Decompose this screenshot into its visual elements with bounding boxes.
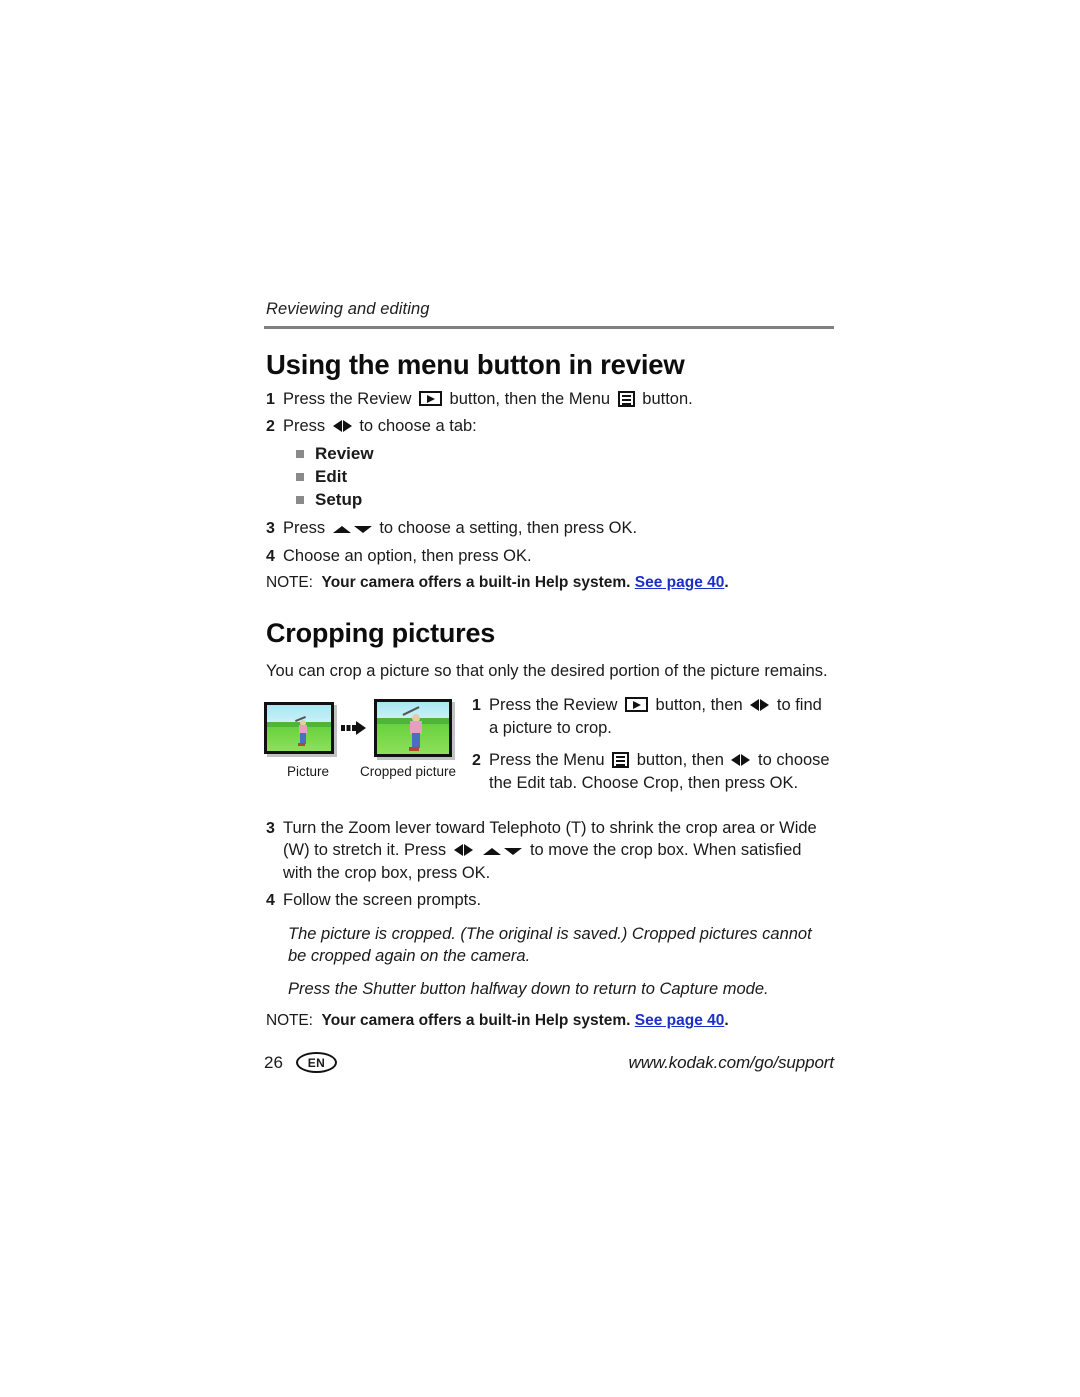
page-number: 26 [264,1052,283,1072]
header-rule [264,326,834,329]
menu-button-icon [612,752,630,769]
golfer-figure-icon [402,706,432,752]
step-text-part: button, then [632,751,729,770]
step-number: 4 [266,548,275,566]
step-crop-3: 3 Turn the Zoom lever toward Telephoto (… [266,818,834,885]
step-text: Turn the Zoom lever toward Telephoto (T)… [283,818,834,885]
step-crop-1: 1 Press the Review button, then to find … [472,695,834,740]
step-crop-2: 2 Press the Menu button, then to choose … [472,750,834,795]
section-title-menu-button: Using the menu button in review [266,349,685,380]
see-page-link[interactable]: See page 40 [635,574,725,591]
caption-cropped: Cropped picture [359,763,457,779]
cropping-steps-1-2: 1 Press the Review button, then to find … [464,695,834,807]
step-number: 1 [472,696,481,714]
tab-item-setup: Setup [296,490,834,510]
step-text-part: Press the Review [489,695,622,714]
step-menu-1: 1 Press the Review button, then the Menu… [266,389,834,411]
step-text-part: Press the Menu [489,751,610,770]
step-text-part: button, then the Menu [444,390,615,409]
step-number: 1 [266,391,275,409]
note-body: Your camera offers a built-in Help syste… [321,1012,631,1030]
left-right-arrows-icon [731,751,751,773]
note-label: NOTE: [266,574,313,591]
step-text: Press to choose a setting, then press OK… [283,518,834,541]
cropped-picture-thumbnail [374,698,452,757]
bullet-square-icon [296,496,304,505]
step-number: 2 [472,752,481,770]
see-page-link[interactable]: See page 40 [635,1012,725,1029]
cropping-intro: You can crop a picture so that only the … [266,661,828,680]
crop-figure: Picture Cropped picture [264,695,464,779]
bullet-square-icon [296,450,304,459]
step-text-part: Press [283,417,330,436]
menu-button-icon [617,391,635,408]
up-down-arrows-icon [332,519,372,541]
note-menu-section: NOTE: Your camera offers a built-in Help… [266,573,834,593]
figure-thumbnails [264,698,464,757]
step-number: 3 [266,520,275,538]
bullet-square-icon [296,473,304,482]
up-down-arrows-icon [483,841,523,863]
running-header: Reviewing and editing [266,300,430,318]
step-crop-4: 4 Follow the screen prompts. [266,890,834,912]
step-text-part: to choose a tab: [354,417,477,436]
step-number: 3 [266,820,275,838]
figure-captions: Picture Cropped picture [264,764,464,779]
step-text-part: button, then [650,695,748,714]
step-text: Press the Review button, then the Menu b… [283,389,834,411]
left-right-arrows-icon [453,841,473,863]
italic-note-shutter-return: Press the Shutter button halfway down to… [288,979,769,998]
step-text-part: to choose a setting, then press OK. [374,519,638,538]
language-badge: EN [295,1052,337,1073]
note-tail: . [724,1012,729,1030]
original-picture-thumbnail [264,701,334,754]
tab-item-review: Review [296,444,834,464]
note-body: Your camera offers a built-in Help syste… [321,574,631,591]
figure-and-steps-row: Picture Cropped picture 1 Press the Revi… [264,695,834,807]
right-arrow-icon [341,720,367,736]
step-text: Follow the screen prompts. [283,891,482,910]
review-button-icon [624,696,648,712]
step-text: Press to choose a tab: [283,416,834,439]
document-page: Reviewing and editing Using the menu but… [0,0,1080,1397]
step-menu-3: 3 Press to choose a setting, then press … [266,518,834,541]
step-text-part: Press [283,519,330,538]
left-right-arrows-icon [750,696,770,718]
tab-label: Review [315,444,374,464]
step-text: Press the Menu button, then to choose th… [489,750,834,795]
tab-label: Edit [315,467,348,487]
step-number: 2 [266,418,275,436]
step-menu-4: 4 Choose an option, then press OK. [266,546,834,568]
caption-original: Picture [286,763,330,779]
note-label: NOTE: [266,1012,313,1030]
step-number: 4 [266,892,275,910]
tab-label: Setup [315,490,363,510]
page-content: Reviewing and editing Using the menu but… [264,300,834,1032]
italic-note-cropped-result: The picture is cropped. (The original is… [288,925,812,965]
step-menu-2: 2 Press to choose a tab: [266,416,834,439]
step-text: Press the Review button, then to find a … [489,695,834,740]
tab-item-edit: Edit [296,467,834,487]
section-title-cropping: Cropping pictures [266,618,496,649]
review-button-icon [418,391,442,407]
note-cropping-section: NOTE: Your camera offers a built-in Help… [266,1011,834,1031]
golfer-figure-icon [295,716,313,747]
step-text-part: button. [637,390,693,409]
step-text-part [476,841,481,859]
left-right-arrows-icon [332,417,352,439]
step-text: Choose an option, then press OK. [283,547,532,566]
step-text-part: Press the Review [283,390,416,409]
note-tail: . [724,574,729,591]
support-url: www.kodak.com/go/support [628,1052,835,1072]
page-footer: 26 EN www.kodak.com/go/support [264,1052,834,1073]
